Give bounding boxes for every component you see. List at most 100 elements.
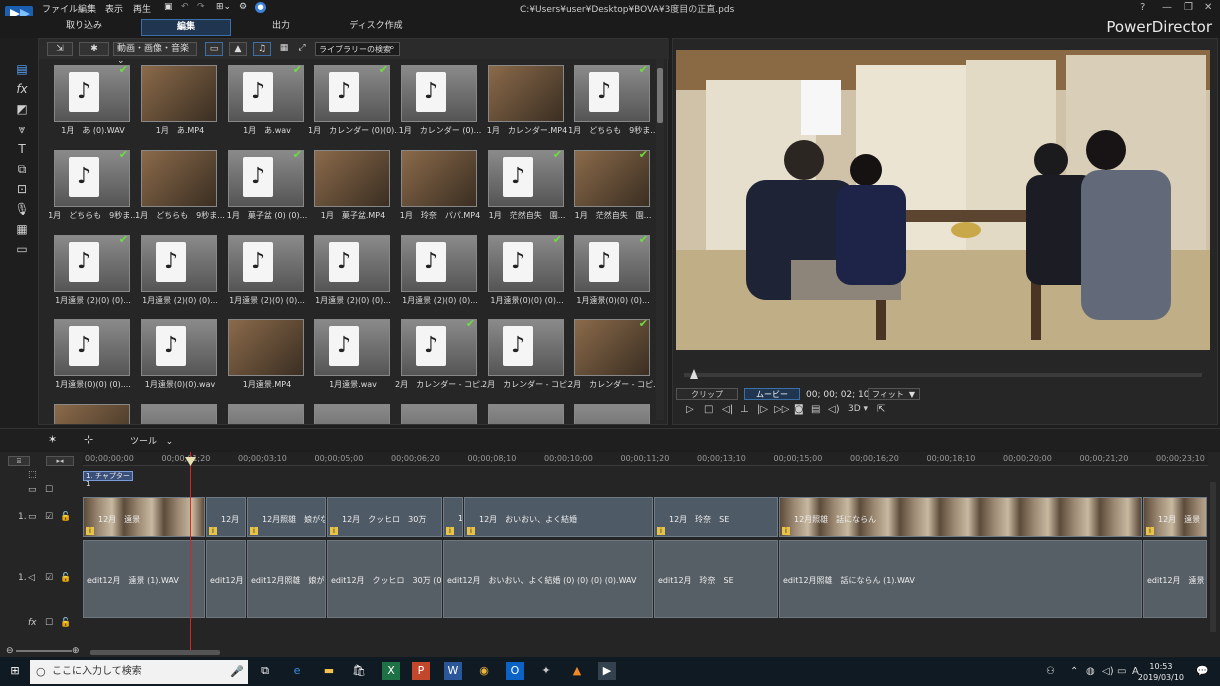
audio-clip[interactable]: edit12月 玲奈 SE (654, 540, 778, 618)
menu-play[interactable]: 再生 (133, 2, 151, 15)
library-item[interactable]: ♪ ✔ 1月 どちらも 9秒ま... (48, 148, 138, 230)
library-item[interactable]: ♪ ✔ 1月 どちらも 9秒ま... (568, 63, 658, 145)
clip-info-icon[interactable]: i (86, 527, 94, 535)
minimize-button[interactable]: — (1162, 2, 1172, 13)
store-icon[interactable]: 🛍 (350, 662, 368, 680)
chrome-icon[interactable]: ◉ (475, 662, 493, 680)
plugin-icon[interactable]: ✱ (79, 42, 109, 56)
library-item[interactable]: ♪ ✔ 1月 菓子盆 (0) (0)... (227, 148, 308, 230)
playhead-line[interactable] (190, 452, 191, 652)
library-item[interactable]: 1月 カレンダー.MP4 (487, 65, 568, 145)
library-item[interactable] (54, 404, 134, 424)
clip-info-icon[interactable]: i (782, 527, 790, 535)
audio-clip[interactable]: edit12月 玲 (206, 540, 246, 618)
library-item[interactable]: 1月 玲奈 パパ.MP4 (400, 150, 481, 230)
network-icon[interactable]: ◍ (1086, 666, 1095, 677)
pip-room-icon[interactable]: ◩ (14, 101, 30, 117)
lock-icon[interactable]: 🔓 (60, 618, 142, 628)
library-item[interactable] (488, 404, 568, 424)
video-clip[interactable]: 12月 遠景 i (83, 497, 205, 537)
undo-icon[interactable]: ↶ (181, 2, 189, 12)
redo-icon[interactable]: ↷ (197, 2, 205, 12)
excel-icon[interactable]: X (382, 662, 400, 680)
zoom-slider[interactable] (16, 650, 72, 652)
audio-clip[interactable]: edit12月照雄 娘がな (247, 540, 326, 618)
library-item[interactable]: ♪ 1月遠景 (2)(0) (0)... (228, 235, 308, 315)
zoom-in-icon[interactable]: ⊕ (72, 646, 80, 656)
taskbar-clock[interactable]: 10:53 2019/03/10 (1138, 661, 1184, 683)
media-room-icon[interactable]: ▤ (14, 61, 30, 77)
search-icon[interactable]: ⌕ (385, 42, 399, 56)
audio-clip[interactable]: edit12月 遠景 (1).WAV (83, 540, 205, 618)
tab-produce[interactable]: 出力 (245, 19, 317, 36)
video-clip[interactable]: 12月 おいおい、よく結婚 i (464, 497, 653, 537)
subtitle-room-icon[interactable]: ▭ (14, 241, 30, 257)
zoom-out-icon[interactable]: ⊖ (6, 646, 14, 656)
video-filter-icon[interactable]: ▭ (205, 42, 223, 56)
library-item[interactable] (141, 404, 221, 424)
library-item[interactable]: ✔ 1月 茫然自失 園... (574, 148, 654, 230)
audio-clip[interactable]: edit12月照雄 話にならん (1).WAV (779, 540, 1142, 618)
timeline-view-icon[interactable]: ▸◂ (46, 456, 74, 466)
tab-create-disc[interactable]: ディスク作成 (340, 19, 412, 36)
library-item[interactable]: ♪ 1月遠景.wav (314, 319, 394, 399)
fullscreen-icon[interactable]: ⤢ (295, 42, 309, 56)
stop-icon[interactable]: □ (704, 404, 713, 415)
video-clip[interactable]: 12月 クッヒロ 30万 i (327, 497, 442, 537)
volume-icon[interactable]: ◁) (828, 404, 840, 415)
library-item[interactable]: ♪ ✔ 1月遠景 (2)(0) (0)... (54, 233, 134, 315)
powerpoint-icon[interactable]: P (412, 662, 430, 680)
video-clip[interactable]: 12月 遠景 i (1143, 497, 1207, 537)
undock-icon[interactable]: ⇱ (877, 404, 885, 415)
library-item[interactable] (574, 404, 654, 424)
library-item[interactable] (314, 404, 394, 424)
timeline-scrollbar[interactable] (90, 650, 220, 655)
library-scrollbar[interactable] (656, 58, 664, 420)
library-item[interactable]: ✔ 2月 カレンダー - コピ... (568, 317, 658, 399)
gear-icon[interactable]: ⚙ (239, 2, 247, 12)
tab-movie[interactable]: ムービー (744, 388, 800, 400)
import-media-icon[interactable]: ⇲ (47, 42, 73, 56)
library-item[interactable]: 1月 あ.MP4 (141, 65, 221, 145)
video-clip[interactable]: 12月照雄 娘がな i (247, 497, 326, 537)
audio-filter-icon[interactable]: ♫ (253, 42, 271, 56)
timeline-ruler[interactable]: 00;00;00;00 00;00;01;20 00;00;03;10 00;00;0… (83, 452, 1208, 466)
help-button[interactable]: ? (1140, 2, 1145, 13)
audio-clip[interactable]: edit12月 クッヒロ 30万 (0) (0)... (327, 540, 442, 618)
windows-start-icon[interactable]: ⊞ (6, 662, 24, 680)
taskbar-search-input[interactable]: ここに入力して検索 (30, 660, 248, 684)
layout-icon[interactable]: ⊞⌄ (216, 2, 231, 12)
powerdirector-taskbar-icon[interactable]: ▶ (598, 662, 616, 680)
media-filter-select[interactable]: 動画・画像・音楽 ⌄ (113, 42, 197, 66)
library-item[interactable]: ♪ 1月遠景 (2)(0) (0)... (314, 235, 394, 315)
library-item[interactable]: ♪ 1月遠景(0)(0) (0).... (54, 319, 134, 399)
clip-info-icon[interactable]: i (209, 527, 217, 535)
menu-view[interactable]: 表示 (105, 2, 123, 15)
clip-info-icon[interactable]: i (467, 527, 475, 535)
volume-tray-icon[interactable]: ◁) (1102, 666, 1114, 677)
play-icon[interactable]: ▷ (686, 404, 694, 415)
menu-file[interactable]: ファイル (42, 2, 78, 15)
outlook-icon[interactable]: O (506, 662, 524, 680)
image-filter-icon[interactable]: ▲ (229, 42, 247, 56)
library-item[interactable]: ♪ 1月遠景(0)(0).wav (141, 319, 221, 399)
menu-edit[interactable]: 編集 (78, 2, 96, 15)
library-item[interactable]: ♪ ✔ 1月 あ (0).WAV (54, 63, 134, 145)
transition-room-icon[interactable]: ⧉ (14, 161, 30, 177)
clip-info-icon[interactable]: i (446, 527, 454, 535)
fit-timeline-icon[interactable]: ⊹ (84, 433, 93, 446)
effects-room-icon[interactable]: fx (14, 81, 30, 97)
battery-icon[interactable]: ▭ (1117, 666, 1126, 677)
3d-button[interactable]: 3D ▾ (848, 404, 868, 414)
file-explorer-icon[interactable]: ▬ (320, 662, 338, 680)
clip-info-icon[interactable]: i (1146, 527, 1154, 535)
library-item[interactable]: ♪ ✔ 1月 カレンダー (0)(0)... (308, 63, 398, 145)
action-center-icon[interactable]: 💬 (1196, 666, 1208, 677)
library-item[interactable]: ♪ ✔ 1月 茫然自失 園... (488, 148, 568, 230)
library-item[interactable]: ♪ ✔ 2月 カレンダー - コピ... (395, 317, 485, 399)
preview-timecode[interactable]: 00; 00; 02; 10 (806, 390, 870, 400)
preview-progress-bar[interactable] (684, 369, 1202, 379)
next-frame-icon[interactable]: |▷ (757, 404, 768, 415)
tools-menu[interactable]: ツール ⌄ (130, 434, 173, 447)
voice-over-icon[interactable]: 🎙 (14, 201, 30, 217)
